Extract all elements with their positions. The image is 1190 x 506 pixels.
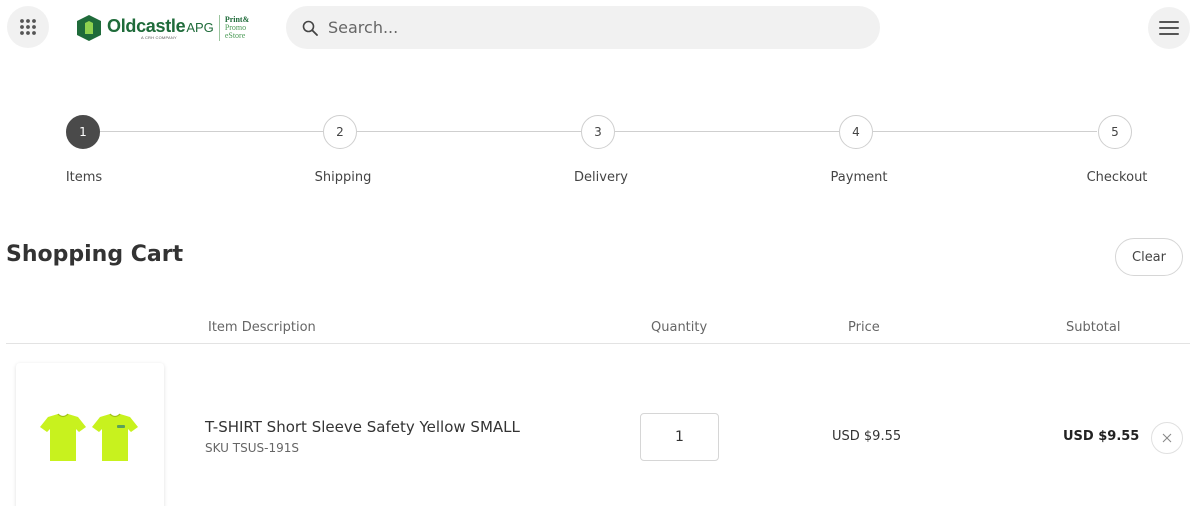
step-2-label: Shipping [314,170,372,185]
brand-logo[interactable]: Oldcastle APG A CRH COMPANY Print& Promo… [76,12,249,44]
brand-suffix: APG [186,19,214,35]
apps-menu-button[interactable] [7,6,49,48]
tagline-line-3: eStore [224,31,246,40]
hamburger-menu-icon [1159,21,1179,35]
store-tagline: Print& Promo eStore [225,16,249,40]
header: Oldcastle APG A CRH COMPANY Print& Promo… [0,0,1190,58]
column-header-price: Price [848,320,880,335]
step-5-circle[interactable]: 5 [1098,115,1132,149]
remove-item-button[interactable] [1151,422,1183,454]
quantity-input[interactable] [640,413,719,461]
column-header-subtotal: Subtotal [1066,320,1121,335]
product-name[interactable]: T-SHIRT Short Sleeve Safety Yellow SMALL [205,418,520,436]
column-header-description: Item Description [208,320,316,335]
step-4-circle[interactable]: 4 [839,115,873,149]
checkout-stepper: 1 2 3 4 5 Items Shipping Delivery Paymen… [0,115,1190,195]
search-bar[interactable] [286,6,880,49]
step-connector [873,131,1097,132]
step-1-circle[interactable]: 1 [66,115,100,149]
step-connector [357,131,581,132]
product-image[interactable] [16,363,164,506]
brand-subtitle: A CRH COMPANY [141,34,177,40]
brand-wordmark: Oldcastle APG A CRH COMPANY [107,17,214,40]
product-sku: SKU TSUS-191S [205,441,299,455]
page-title: Shopping Cart [6,242,184,267]
step-2-circle[interactable]: 2 [323,115,357,149]
step-4-label: Payment [830,170,888,185]
brand-name: Oldcastle [107,15,186,36]
step-3-circle[interactable]: 3 [581,115,615,149]
clear-cart-button[interactable]: Clear [1115,238,1183,276]
step-5-label: Checkout [1086,170,1148,185]
grid-dots-icon [20,19,36,35]
step-connector [615,131,839,132]
search-icon [302,20,318,36]
logo-divider [218,15,220,41]
unit-price: USD $9.55 [832,429,902,444]
step-1-label: Items [65,170,103,185]
search-input[interactable] [328,18,848,37]
column-header-quantity: Quantity [651,320,708,335]
table-header-divider [6,343,1190,344]
main-menu-button[interactable] [1148,7,1190,49]
safety-tshirt-image [40,413,138,461]
oldcastle-shield-icon [77,15,101,41]
close-icon [1162,433,1172,443]
step-3-label: Delivery [574,170,628,185]
line-subtotal: USD $9.55 [1063,429,1140,444]
step-connector [100,131,323,132]
